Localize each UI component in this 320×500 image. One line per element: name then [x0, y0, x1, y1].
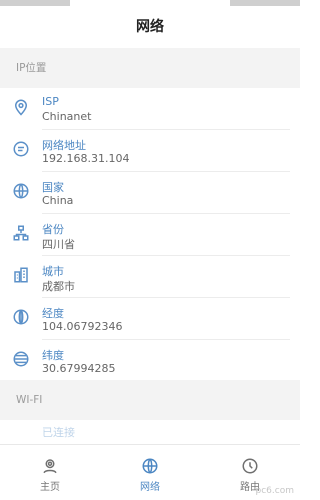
ip-row-label: ISP: [42, 95, 59, 108]
ip-row-label: 城市: [42, 265, 64, 278]
tab-label: 主页: [40, 482, 60, 493]
app-root: 网络 IP位置 ISP Chinanet 网络地址 192.168.31.104…: [0, 0, 300, 500]
ip-row-value: 四川省: [42, 238, 75, 251]
ip-row-value: 30.67994285: [42, 362, 116, 375]
bottom-tab-bar: 主页 网络 路由 pc6.com: [0, 444, 300, 500]
latitude-icon: [12, 350, 30, 368]
home-icon: [41, 457, 59, 475]
org-hierarchy-icon: [12, 224, 30, 242]
ip-row-label: 网络地址: [42, 139, 86, 152]
ip-row-label: 省份: [42, 223, 64, 236]
longitude-icon: [12, 308, 30, 326]
watermark: pc6.com: [255, 486, 294, 496]
network-address-icon: [12, 140, 30, 158]
globe-icon: [12, 182, 30, 200]
ip-row-latitude[interactable]: 纬度 30.67994285: [0, 340, 300, 382]
ip-row-country[interactable]: 国家 China: [0, 172, 300, 214]
status-bar-partial-left: [0, 0, 70, 6]
globe-icon: [141, 457, 159, 475]
ip-row-network-address[interactable]: 网络地址 192.168.31.104: [0, 130, 300, 172]
ip-row-city[interactable]: 城市 成都市: [0, 256, 300, 298]
ip-row-label: 纬度: [42, 349, 64, 362]
tab-network[interactable]: 网络: [100, 445, 200, 500]
ip-info-list: ISP Chinanet 网络地址 192.168.31.104 国家 Chin…: [0, 88, 300, 380]
ip-row-value: Chinanet: [42, 110, 92, 123]
ip-row-value: China: [42, 194, 74, 207]
ip-row-value: 104.06792346: [42, 320, 123, 333]
status-bar-partial-right: [230, 0, 300, 6]
ip-row-label: 经度: [42, 307, 64, 320]
ip-row-value: 成都市: [42, 280, 75, 293]
ip-row-label: 国家: [42, 181, 64, 194]
ip-row-isp[interactable]: ISP Chinanet: [0, 88, 300, 130]
section-header-wifi: WI-FI: [0, 380, 300, 420]
location-pin-icon: [12, 98, 30, 116]
wifi-partial-label: 已连接: [42, 426, 75, 439]
ip-row-province[interactable]: 省份 四川省: [0, 214, 300, 256]
tab-label: 网络: [140, 482, 160, 493]
ip-row-longitude[interactable]: 经度 104.06792346: [0, 298, 300, 340]
tab-home[interactable]: 主页: [0, 445, 100, 500]
top-bar: 网络: [0, 0, 300, 48]
ip-row-value: 192.168.31.104: [42, 152, 130, 165]
clock-icon: [241, 457, 259, 475]
section-header-ip: IP位置: [0, 48, 300, 88]
city-building-icon: [12, 266, 30, 284]
page-title: 网络: [136, 19, 164, 35]
